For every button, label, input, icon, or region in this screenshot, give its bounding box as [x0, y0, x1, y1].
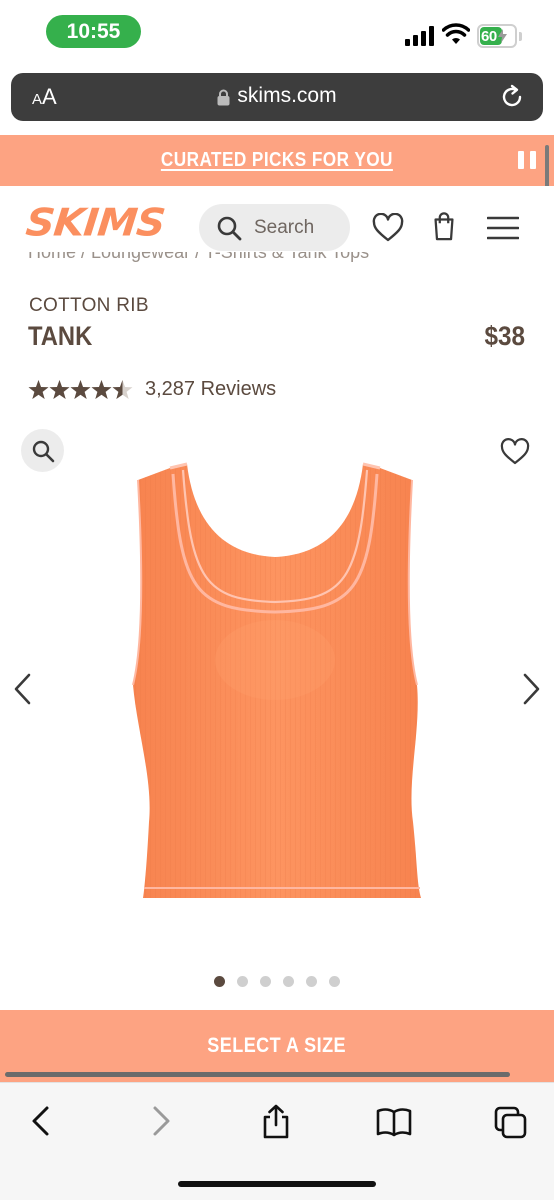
battery-percent: 60 — [481, 27, 497, 45]
gallery-pagination-dots — [214, 976, 340, 987]
battery-charging-icon: 60 — [477, 24, 517, 48]
previous-image-arrow-icon[interactable] — [12, 672, 34, 706]
wifi-icon — [442, 23, 470, 44]
product-rating[interactable]: 3,287 Reviews — [28, 378, 276, 401]
product-collection: COTTON RIB — [29, 295, 149, 316]
search-icon — [217, 216, 242, 240]
logo[interactable]: SKIMS — [24, 201, 167, 245]
bookmarks-icon[interactable] — [376, 1103, 412, 1139]
magnifier-icon — [32, 440, 54, 462]
browser-address-area: AA skims.com — [0, 66, 554, 134]
tabs-icon[interactable] — [494, 1103, 528, 1139]
url-text: skims.com — [237, 84, 337, 107]
star-filled — [28, 379, 49, 399]
lock-icon — [217, 89, 230, 105]
pagination-dot[interactable] — [283, 976, 294, 987]
reviews-link[interactable]: 3,287 Reviews — [145, 378, 276, 401]
pause-icon[interactable] — [518, 151, 536, 169]
promo-banner: CURATED PICKS FOR YOU — [0, 135, 554, 186]
url-display[interactable]: skims.com — [11, 84, 543, 108]
product-gallery — [0, 420, 554, 1000]
status-bar: 10:55 60 — [0, 0, 554, 66]
pagination-dot[interactable] — [329, 976, 340, 987]
breadcrumb: Home / Loungewear / T-Shirts & Tank Tops — [28, 252, 528, 266]
back-icon[interactable] — [24, 1103, 58, 1139]
address-bar[interactable]: AA skims.com — [11, 73, 543, 121]
star-filled — [49, 379, 70, 399]
next-image-arrow-icon[interactable] — [520, 672, 542, 706]
pagination-dot[interactable] — [260, 976, 271, 987]
star-rating-icon — [28, 379, 133, 399]
battery-nub — [519, 32, 522, 41]
hamburger-menu-icon[interactable] — [487, 215, 519, 241]
search-placeholder: Search — [254, 216, 315, 238]
shopping-bag-icon[interactable] — [428, 211, 460, 241]
pagination-dot[interactable] — [306, 976, 317, 987]
status-time: 10:55 — [46, 15, 141, 48]
home-indicator — [178, 1181, 376, 1187]
zoom-button[interactable] — [21, 429, 64, 472]
reload-icon[interactable] — [499, 84, 525, 110]
gallery-heart-icon[interactable] — [500, 438, 530, 466]
star-filled — [91, 379, 112, 399]
wishlist-heart-icon[interactable] — [372, 213, 404, 243]
page-scroll-indicator — [5, 1072, 510, 1077]
product-price: $38 — [484, 321, 525, 351]
charging-bolt-icon — [497, 29, 507, 43]
promo-link[interactable]: CURATED PICKS FOR YOU — [161, 149, 393, 172]
breadcrumb-text[interactable]: Home / Loungewear / T-Shirts & Tank Tops — [28, 252, 369, 263]
cellular-signal-icon — [405, 26, 434, 46]
star-filled — [70, 379, 91, 399]
pagination-dot[interactable] — [237, 976, 248, 987]
search-input[interactable]: Search — [199, 204, 350, 251]
pagination-dot[interactable] — [214, 976, 225, 987]
share-icon[interactable] — [259, 1103, 293, 1139]
product-title: TANK — [28, 321, 93, 351]
forward-icon[interactable] — [144, 1103, 178, 1139]
product-image-tank-top[interactable] — [125, 460, 425, 910]
